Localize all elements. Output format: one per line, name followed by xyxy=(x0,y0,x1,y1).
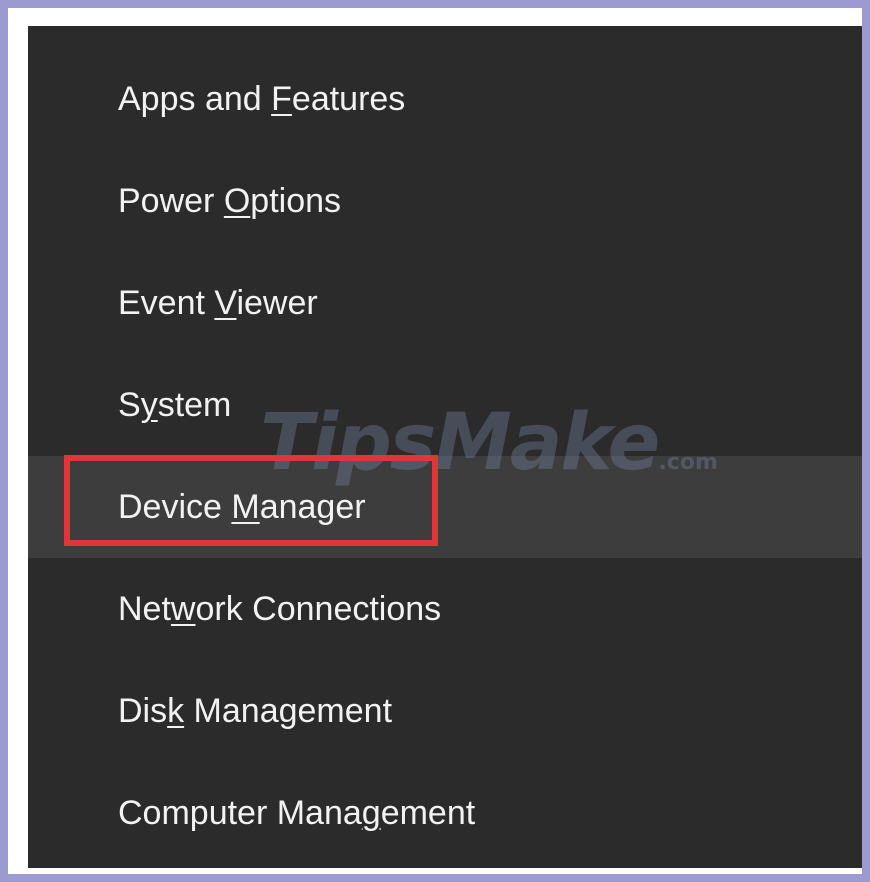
menu-item-network-connections[interactable]: Network Connections xyxy=(28,558,862,660)
menu-item-label: Event Viewer xyxy=(118,283,318,322)
menu-item-label: Network Connections xyxy=(118,589,442,628)
menu-item-label: Apps and Features xyxy=(118,79,406,118)
menu-item-computer-management[interactable]: Computer Management xyxy=(28,762,862,864)
power-user-menu: Apps and Features Power Options Event Vi… xyxy=(28,26,862,868)
menu-item-label: Device Manager xyxy=(118,487,366,526)
menu-item-disk-management[interactable]: Disk Management xyxy=(28,660,862,762)
menu-item-label: Power Options xyxy=(118,181,342,220)
menu-item-event-viewer[interactable]: Event Viewer xyxy=(28,252,862,354)
menu-item-system[interactable]: System xyxy=(28,354,862,456)
menu-item-apps-and-features[interactable]: Apps and Features xyxy=(28,48,862,150)
menu-item-label: Computer Management xyxy=(118,793,476,832)
menu-item-power-options[interactable]: Power Options xyxy=(28,150,862,252)
menu-item-device-manager[interactable]: Device Manager xyxy=(28,456,862,558)
menu-item-label: Disk Management xyxy=(118,691,393,730)
menu-item-label: System xyxy=(118,385,232,424)
